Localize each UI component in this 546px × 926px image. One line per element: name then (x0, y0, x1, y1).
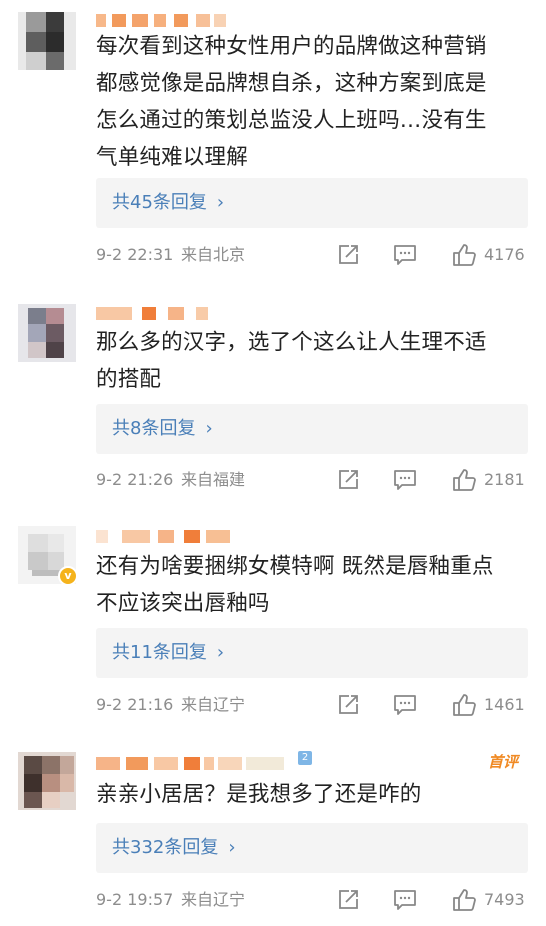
comment-text: 那么多的汉字，选了个这么让人生理不适 的搭配 (96, 330, 487, 392)
avatar[interactable] (18, 304, 76, 362)
thumbs-up-icon[interactable] (452, 888, 476, 912)
avatar[interactable] (18, 12, 76, 70)
like-count: 1461 (484, 695, 525, 714)
reply-count-label: 共8条回复 (112, 418, 196, 439)
thumbs-up-icon[interactable] (452, 243, 476, 267)
username-blurred[interactable] (96, 757, 284, 770)
share-icon[interactable] (336, 243, 360, 267)
comment-time: 9-2 22:31 (96, 245, 174, 264)
like-count: 4176 (484, 245, 525, 264)
chevron-right-icon: › (216, 192, 225, 213)
comment-location: 来自辽宁 (181, 890, 246, 909)
user-level-badge: 2 (298, 751, 312, 765)
comment-text: 亲亲小居居？是我想多了还是咋的 (96, 782, 422, 807)
reply-count-label: 共11条回复 (112, 642, 207, 663)
reply-count-label: 共45条回复 (112, 192, 207, 213)
first-comment-badge: 首评 (488, 753, 519, 771)
avatar[interactable] (18, 752, 76, 810)
comment-feed: 每次看到这种女性用户的品牌做这种营销 都感觉像是品牌想自杀，这种方案到底是 怎么… (0, 0, 546, 926)
comment-text: 还有为啥要捆绑女模特啊 既然是唇釉重点 不应该突出唇釉吗 (96, 554, 494, 616)
view-replies-button[interactable]: 共11条回复 › (96, 628, 528, 678)
verified-badge-icon: v (58, 566, 78, 586)
comment-time: 9-2 21:26 (96, 470, 174, 489)
comment-location: 来自北京 (181, 245, 246, 264)
comment-text: 每次看到这种女性用户的品牌做这种营销 都感觉像是品牌想自杀，这种方案到底是 怎么… (96, 34, 487, 170)
chevron-right-icon: › (228, 837, 236, 858)
thumbs-up-icon[interactable] (452, 693, 476, 717)
comment-icon[interactable] (393, 693, 417, 717)
view-replies-button[interactable]: 共332条回复 › (96, 823, 528, 873)
chevron-right-icon: › (216, 642, 225, 663)
thumbs-up-icon[interactable] (452, 468, 476, 492)
share-icon[interactable] (336, 888, 360, 912)
comment-icon[interactable] (393, 888, 417, 912)
like-count: 7493 (484, 890, 525, 909)
comment-icon[interactable] (393, 243, 417, 267)
view-replies-button[interactable]: 共45条回复 › (96, 178, 528, 228)
comment-icon[interactable] (393, 468, 417, 492)
comment-location: 来自辽宁 (181, 695, 246, 714)
reply-count-label: 共332条回复 (112, 837, 219, 858)
view-replies-button[interactable]: 共8条回复 › (96, 404, 528, 454)
username-blurred[interactable] (96, 14, 236, 27)
username-blurred[interactable] (96, 307, 236, 320)
comment-location: 来自福建 (181, 470, 246, 489)
chevron-right-icon: › (205, 418, 213, 439)
share-icon[interactable] (336, 693, 360, 717)
username-blurred[interactable] (96, 530, 236, 543)
like-count: 2181 (484, 470, 525, 489)
comment-time: 9-2 21:16 (96, 695, 174, 714)
share-icon[interactable] (336, 468, 360, 492)
comment-time: 9-2 19:57 (96, 890, 174, 909)
